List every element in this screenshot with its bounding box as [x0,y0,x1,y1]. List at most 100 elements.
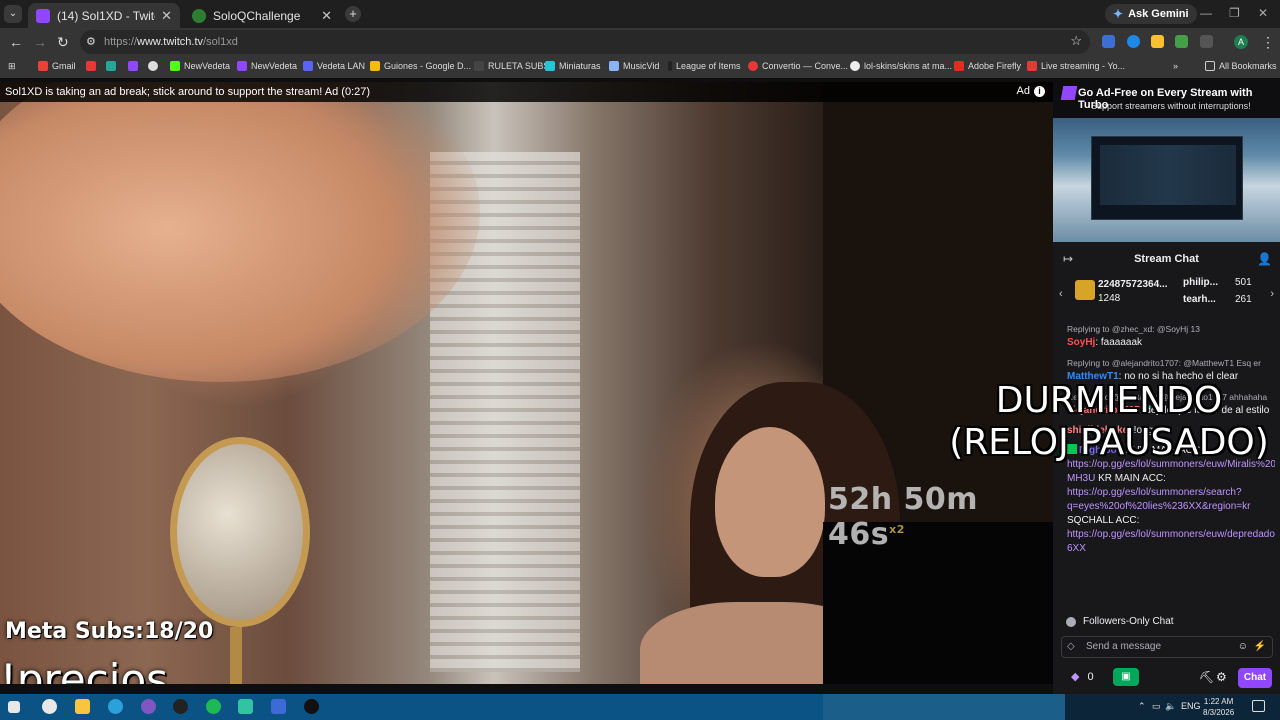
leaderboard-user-3[interactable]: tearh... [1183,294,1216,305]
sleeping-overlay: DURMIENDO (RELOJ PAUSADO) [938,380,1280,464]
chevron-right-icon[interactable]: › [1270,288,1274,300]
bits-icon[interactable]: ◇ [1067,637,1075,657]
chat-username[interactable]: SoyHj [1067,337,1095,348]
woman-face [715,427,825,577]
bookmark-app[interactable] [148,61,162,71]
bookmark-musicvid[interactable]: MusicVid [609,61,659,71]
bookmark-lol-skins[interactable]: lol-skins/skins at ma... [850,61,952,71]
restore-icon[interactable]: ❐ [1229,6,1240,20]
volume-icon[interactable]: 🔈 [1165,701,1176,712]
app-icon[interactable] [141,699,156,714]
more-bookmarks-icon[interactable]: » [1173,61,1178,71]
extension-icon[interactable] [1127,35,1140,48]
bookmark-adobe-firefly[interactable]: Adobe Firefly [954,61,1021,71]
chat-settings-icon[interactable]: ⚙ [1216,670,1227,684]
twitch-favicon-icon [36,8,50,23]
info-icon[interactable]: i [1034,86,1045,97]
bookmark-newvedeta[interactable]: NewVedeta [170,61,230,71]
gift-leaderboard: ‹ 22487572364... 1248 philip... 501 tear… [1053,274,1280,318]
chrome-icon[interactable] [42,699,57,714]
bookmark-twitch[interactable] [128,61,142,71]
bookmark-miniaturas[interactable]: Miniaturas [545,61,601,71]
spotify-icon[interactable] [206,699,221,714]
chat-footer: ◆ 0 ▣ ⛏ ⚙ Chat [1053,666,1280,690]
browser-menu-icon[interactable]: ⋮ [1261,34,1275,51]
bookmark-app[interactable] [106,61,120,71]
bookmark-live-streaming[interactable]: Live streaming - Yo... [1027,61,1125,71]
chevron-left-icon[interactable]: ‹ [1059,288,1063,300]
turbo-subtitle: Support streamers without interruptions! [1091,101,1251,111]
app-icon[interactable] [304,699,319,714]
profile-avatar[interactable]: A [1234,35,1248,49]
tab-soloqchallenge[interactable]: SoloQChallenge ✕ [184,3,340,28]
bookmark-guiones[interactable]: Guiones - Google D... [370,61,471,71]
bookmark-ruleta-subs[interactable]: RULETA SUBS [474,61,549,71]
tab-search-button[interactable]: ⌄ [4,5,22,23]
ad-label[interactable]: Ad i [1017,85,1045,97]
bookmark-convertio[interactable]: Convertio — Conve... [748,61,848,71]
bookmark-youtube[interactable] [86,61,100,71]
bookmark-star-icon[interactable]: ☆ [1070,33,1082,49]
app-icon [545,61,555,71]
forward-icon[interactable]: → [33,34,47,50]
reload-icon[interactable]: ↻ [57,34,69,51]
extension-icon[interactable] [1175,35,1188,48]
streamlabs-icon[interactable] [238,699,253,714]
chat-tools-icon[interactable]: ⚡ [1254,637,1266,657]
file-explorer-icon[interactable] [75,699,90,714]
video-player[interactable]: Sol1XD is taking an ad break; stick arou… [0,82,1053,684]
send-chat-button[interactable]: Chat [1238,668,1272,688]
extension-icon[interactable] [1151,35,1164,48]
bookmark-newvedeta-2[interactable]: NewVedeta [237,61,297,71]
folder-icon [1205,61,1215,71]
site-info-icon[interactable]: ⚙ [86,35,96,48]
bookmark-league-of-items[interactable]: League of Items [668,61,741,71]
chat-link[interactable]: https://op.gg/es/lol/summoners/euw/depre… [1067,529,1275,554]
chat-link[interactable]: https://op.gg/es/lol/summoners/search?q=… [1067,487,1250,512]
bookmark-label: Gmail [52,61,76,71]
extensions-puzzle-icon[interactable] [1200,35,1213,48]
close-window-icon[interactable]: ✕ [1258,6,1268,20]
obs-icon[interactable] [173,699,188,714]
address-bar[interactable]: ⚙ https:// www.twitch.tv /sol1xd ☆ [80,30,1090,54]
apps-icon[interactable]: ⊞ [8,61,16,72]
network-icon[interactable]: ▭ [1152,701,1161,712]
language-indicator[interactable]: ENG [1181,701,1201,711]
ask-gemini-button[interactable]: ✦ Ask Gemini [1105,4,1197,24]
all-bookmarks[interactable]: All Bookmarks [1205,61,1277,71]
community-icon[interactable]: 👤 [1257,246,1272,272]
back-icon[interactable]: ← [9,34,23,50]
tab-twitch[interactable]: (14) Sol1XD - Twitch ✕ [28,3,180,28]
minimize-icon[interactable]: — [1200,6,1212,20]
taskbar-clock[interactable]: 1:22 AM 8/3/2026 [1203,696,1234,718]
discord-icon [303,61,313,71]
bookmarks-bar: ⊞ Gmail NewVedeta NewVedeta Vedeta LAN G… [0,56,1280,78]
close-tab-icon[interactable]: ✕ [321,8,332,24]
new-tab-button[interactable]: + [345,6,361,22]
leaderboard-user-2[interactable]: philip... [1183,277,1218,288]
github-icon [850,61,860,71]
chat-input[interactable]: ◇ Send a message ☺ ⚡ [1061,636,1273,658]
stream-preview-thumbnail[interactable] [1053,118,1280,242]
close-tab-icon[interactable]: ✕ [161,8,172,24]
bookmark-label: Convertio — Conve... [762,61,849,71]
bookmark-gmail[interactable]: Gmail [38,61,76,71]
channel-points[interactable]: ◆ 0 [1071,670,1094,683]
edge-icon[interactable] [108,699,123,714]
collapse-chat-icon[interactable]: ↦ [1063,246,1073,272]
bookmark-vedeta-lan[interactable]: Vedeta LAN [303,61,365,71]
app-icon[interactable] [271,699,286,714]
chat-identity-icon[interactable]: ⛏ [1199,670,1214,684]
turbo-banner[interactable]: Go Ad-Free on Every Stream with Turbo Su… [1053,82,1280,118]
notifications-icon[interactable] [1252,700,1265,712]
emote-picker-icon[interactable]: ☺ [1238,637,1248,657]
windows-start-icon[interactable] [8,701,20,713]
gift-sub-button[interactable]: ▣ [1113,668,1139,686]
ask-gemini-label: Ask Gemini [1128,8,1189,20]
tray-expand-icon[interactable]: ⌃ [1138,701,1146,712]
bookmark-label: All Bookmarks [1219,61,1277,71]
extension-icon[interactable] [1102,35,1115,48]
twitch-icon [237,61,247,71]
leaderboard-top-user[interactable]: 22487572364... [1098,279,1168,290]
channel-points-icon: ◆ [1071,671,1080,683]
